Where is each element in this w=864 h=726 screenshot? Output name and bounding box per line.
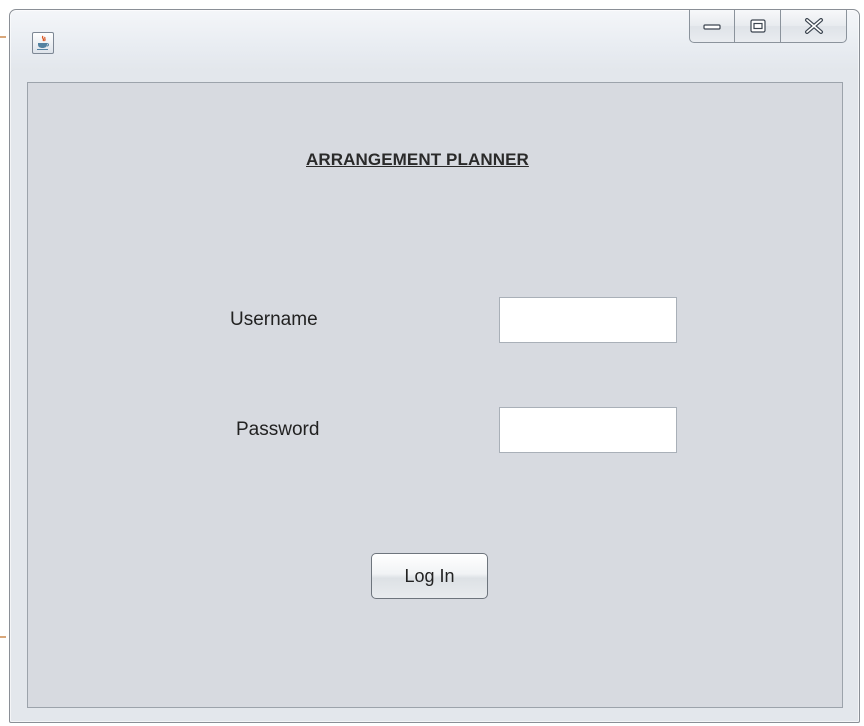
username-input[interactable] (499, 297, 677, 343)
app-heading: ARRANGEMENT PLANNER (306, 150, 529, 169)
restore-button[interactable] (735, 10, 781, 43)
screen: ARRANGEMENT PLANNER Username Password Lo… (0, 0, 864, 726)
title-bar[interactable] (10, 10, 859, 68)
restore-icon (749, 19, 766, 33)
login-button[interactable]: Log In (371, 553, 488, 599)
window-controls (689, 10, 847, 43)
password-label: Password (236, 419, 320, 440)
desktop-edge-mark (0, 36, 6, 38)
desktop-edge-mark (0, 636, 6, 638)
login-window: ARRANGEMENT PLANNER Username Password Lo… (9, 9, 860, 723)
password-input[interactable] (499, 407, 677, 453)
close-icon (804, 18, 823, 34)
minimize-icon (703, 24, 721, 30)
username-label: Username (230, 309, 318, 330)
java-cup-icon (37, 35, 49, 50)
java-app-icon[interactable] (32, 32, 54, 54)
login-panel: ARRANGEMENT PLANNER Username Password Lo… (27, 82, 843, 708)
close-button[interactable] (781, 10, 847, 43)
minimize-button[interactable] (689, 10, 735, 43)
